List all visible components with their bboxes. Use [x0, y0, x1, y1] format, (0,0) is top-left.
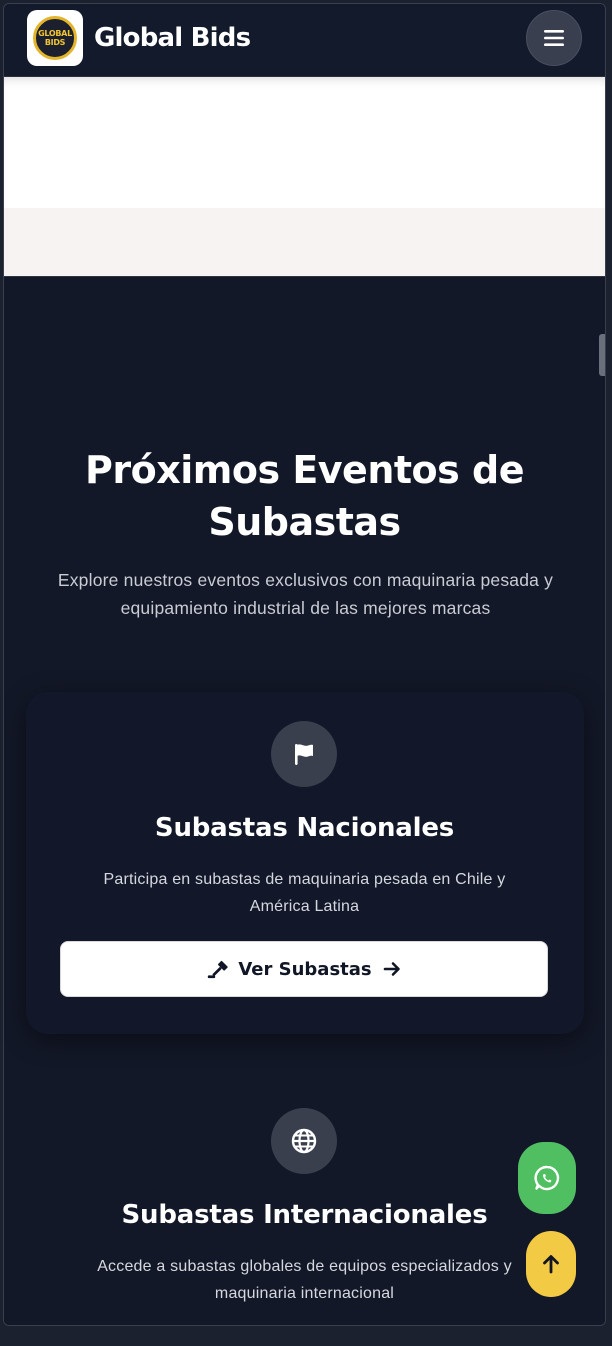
logo-text-top: GLOBAL [38, 29, 72, 38]
view-auctions-button[interactable]: Ver Subastas [60, 941, 548, 997]
card-title-international: Subastas Internacionales [121, 1200, 488, 1230]
card-desc-international-line2: maquinaria internacional [214, 1285, 395, 1302]
globe-icon-circle [271, 1108, 337, 1174]
hamburger-icon [544, 30, 564, 46]
card-title-national: Subastas Nacionales [154, 813, 455, 843]
site-header: GLOBAL BIDS Global Bids [4, 4, 605, 77]
card-desc-international-line1: Accede a subastas globales de equipos es… [97, 1258, 512, 1275]
gavel-icon [208, 960, 228, 979]
section-subtitle: Explore nuestros eventos exclusivos con … [24, 566, 587, 622]
card-desc-national-line2: América Latina [249, 898, 360, 915]
section-subtitle-line1: Explore nuestros eventos exclusivos con … [57, 570, 554, 590]
card-desc-national: Participa en subastas de maquinaria pesa… [4, 866, 605, 920]
section-title-line2: Subastas [208, 500, 401, 544]
section-divider-band [4, 208, 605, 276]
flag-icon-circle [271, 721, 337, 787]
view-auctions-label: Ver Subastas [238, 958, 372, 980]
whatsapp-icon [534, 1165, 560, 1191]
brand-name[interactable]: Global Bids [94, 23, 251, 53]
logo-badge: GLOBAL BIDS [33, 16, 77, 60]
logo[interactable]: GLOBAL BIDS [27, 10, 83, 66]
card-desc-national-line1: Participa en subastas de maquinaria pesa… [103, 871, 506, 888]
flag-icon [295, 744, 313, 765]
browser-viewport: GLOBAL BIDS Global Bids Próximos Eventos… [3, 3, 606, 1326]
arrow-right-icon [383, 962, 400, 976]
section-title-line1: Próximos Eventos de [85, 448, 524, 492]
section-subtitle-line2: equipamiento industrial de las mejores m… [120, 598, 491, 618]
globe-icon [291, 1128, 317, 1154]
content-panel [4, 77, 605, 208]
back-to-top-button[interactable] [526, 1231, 576, 1297]
whatsapp-button[interactable] [518, 1142, 576, 1214]
section-title: Próximos Eventos de Subastas [4, 444, 605, 548]
scrollbar-thumb[interactable] [599, 334, 605, 376]
arrow-up-icon [543, 1255, 559, 1274]
menu-button[interactable] [526, 10, 582, 66]
card-desc-international: Accede a subastas globales de equipos es… [4, 1253, 605, 1307]
logo-text-bottom: BIDS [44, 38, 66, 47]
